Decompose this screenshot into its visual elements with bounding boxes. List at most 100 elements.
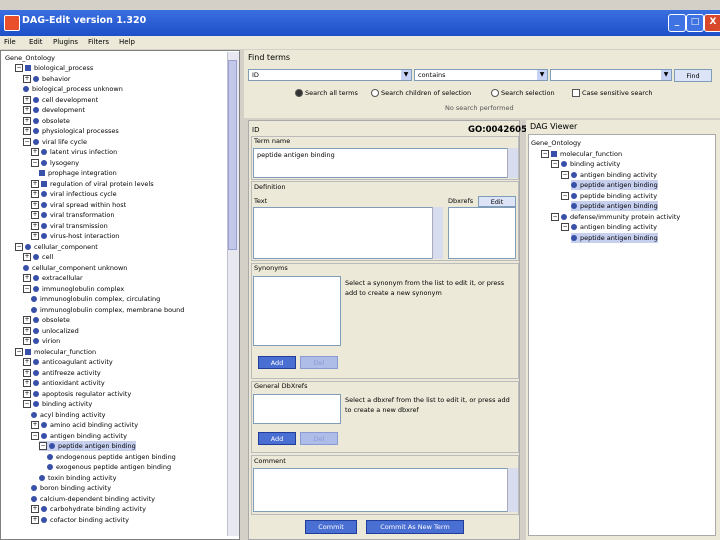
collapse-icon[interactable]: − (23, 137, 31, 146)
definition-scrollbar[interactable] (432, 207, 443, 259)
expand-icon[interactable]: + (31, 211, 39, 219)
dag-node[interactable]: peptide antigen binding (571, 180, 658, 190)
dag-node[interactable]: peptide antigen binding (571, 232, 658, 243)
tree-node[interactable]: − molecular_function (15, 347, 96, 357)
collapse-icon[interactable]: − (39, 442, 47, 450)
expand-icon[interactable]: + (31, 421, 39, 429)
tree-node[interactable]: + carbohydrate binding activity (31, 504, 146, 514)
tree-node[interactable]: + anticoagulant activity (23, 357, 113, 367)
tree-node[interactable]: − cellular_component (15, 242, 98, 252)
tree-node[interactable]: + virion (23, 336, 60, 346)
tree-node[interactable]: − viral life cycle (23, 137, 87, 147)
delete-dbxref-button[interactable]: Del (300, 432, 338, 445)
tree-node[interactable]: − antigen binding activity (31, 431, 127, 441)
tree-node[interactable]: boron binding activity (31, 483, 111, 493)
edit-dbxrefs-button[interactable]: Edit (478, 196, 516, 207)
menu-edit[interactable]: Edit (29, 38, 43, 46)
collapse-icon[interactable]: − (31, 158, 39, 167)
maximize-button[interactable]: □ (686, 14, 704, 32)
tree-node[interactable]: + virus-host interaction (31, 231, 119, 241)
comment-field[interactable] (253, 468, 517, 512)
tree-node[interactable]: + viral transformation (31, 210, 114, 220)
dbxrefs-list[interactable] (448, 207, 516, 259)
tree-node[interactable]: + unlocalized (23, 326, 79, 336)
tree-node[interactable]: − immunoglobulin complex (23, 284, 124, 294)
operator-select[interactable]: contains ▼ (414, 69, 548, 81)
collapse-icon[interactable]: − (23, 400, 31, 408)
dag-viewer-tree[interactable]: Gene_Ontology − molecular_function − binding… (528, 134, 716, 536)
tree-node[interactable]: − biological_process (15, 63, 93, 73)
general-dbxrefs-list[interactable] (253, 394, 341, 424)
tree-node[interactable]: + cofactor binding activity (31, 515, 129, 525)
expand-icon[interactable]: + (31, 515, 39, 524)
expand-icon[interactable]: + (23, 127, 31, 135)
term-name-field[interactable]: peptide antigen binding (253, 148, 517, 178)
tree-root[interactable]: Gene_Ontology (5, 53, 55, 63)
collapse-icon[interactable]: − (15, 242, 23, 251)
expand-icon[interactable]: + (31, 179, 39, 188)
radio-search-children[interactable]: Search children of selection (371, 89, 471, 97)
tree-node[interactable]: − peptide antigen binding (39, 441, 136, 451)
menu-help[interactable]: Help (119, 38, 135, 46)
menu-filters[interactable]: Filters (88, 38, 109, 46)
tree-node[interactable]: + behavior (23, 74, 71, 84)
collapse-icon[interactable]: − (561, 223, 569, 231)
collapse-icon[interactable]: − (31, 431, 39, 440)
dag-node[interactable]: − antigen binding activity (561, 170, 657, 180)
expand-icon[interactable]: + (31, 200, 39, 209)
tree-node[interactable]: + cell development (23, 95, 98, 105)
dag-node[interactable]: Gene_Ontology (531, 138, 581, 148)
expand-icon[interactable]: + (23, 106, 31, 114)
tree-node[interactable]: + antioxidant activity (23, 378, 105, 388)
tree-node[interactable]: + viral transmission (31, 221, 108, 231)
collapse-icon[interactable]: − (23, 284, 31, 293)
dag-node[interactable]: − peptide binding activity (561, 191, 657, 201)
add-dbxref-button[interactable]: Add (258, 432, 296, 445)
tree-node[interactable]: + antifreeze activity (23, 368, 101, 378)
expand-icon[interactable]: + (23, 253, 31, 261)
tree-node[interactable]: + obsolete (23, 116, 70, 126)
menu-file[interactable]: File (4, 38, 16, 46)
ontology-tree-panel[interactable]: Gene_Ontology − biological_process + behavi… (0, 50, 240, 540)
tree-node[interactable]: endogenous peptide antigen binding (47, 452, 176, 462)
expand-icon[interactable]: + (31, 505, 39, 513)
collapse-icon[interactable]: − (561, 191, 569, 200)
term-name-scrollbar[interactable] (507, 148, 518, 178)
dag-node[interactable]: − antigen binding activity (561, 222, 657, 232)
tree-node[interactable]: + extracellular (23, 273, 83, 283)
tree-node[interactable]: calcium-dependent binding activity (31, 494, 155, 504)
close-button[interactable]: X (704, 14, 720, 32)
tree-node[interactable]: − lysogeny (31, 158, 79, 168)
expand-icon[interactable]: + (23, 74, 31, 83)
tree-node[interactable]: + viral infectious cycle (31, 189, 117, 199)
tree-node[interactable]: + viral spread within host (31, 200, 126, 210)
menu-plugins[interactable]: Plugins (53, 38, 78, 46)
minimize-button[interactable]: _ (668, 14, 686, 32)
tree-node[interactable]: immunoglobulin complex, circulating (31, 294, 160, 304)
comment-scrollbar[interactable] (507, 468, 518, 512)
tree-node[interactable]: + apoptosis regulator activity (23, 389, 131, 399)
expand-icon[interactable]: + (23, 326, 31, 335)
tree-node[interactable]: cellular_component unknown (23, 263, 127, 273)
tree-node[interactable]: acyl binding activity (31, 410, 106, 420)
expand-icon[interactable]: + (31, 190, 39, 198)
expand-icon[interactable]: + (23, 316, 31, 324)
delete-synonym-button[interactable]: Del (300, 356, 338, 369)
field-select[interactable]: ID ▼ (248, 69, 412, 81)
tree-node[interactable]: − binding activity (23, 399, 92, 409)
case-sensitive-checkbox[interactable]: Case sensitive search (572, 89, 653, 97)
tree-node[interactable]: prophage integration (39, 168, 117, 178)
definition-text-field[interactable] (253, 207, 443, 259)
collapse-icon[interactable]: − (15, 64, 23, 72)
expand-icon[interactable]: + (31, 232, 39, 240)
tree-node[interactable]: biological_process unknown (23, 84, 123, 94)
dag-node[interactable]: peptide antigen binding (571, 201, 658, 211)
add-synonym-button[interactable]: Add (258, 356, 296, 369)
tree-node[interactable]: + amino acid binding activity (31, 420, 138, 430)
tree-node[interactable]: + physiological processes (23, 126, 119, 136)
expand-icon[interactable]: + (31, 148, 39, 156)
dag-node[interactable]: − molecular_function (541, 149, 622, 159)
tree-node[interactable]: immunoglobulin complex, membrane bound (31, 305, 184, 315)
expand-icon[interactable]: + (23, 95, 31, 104)
expand-icon[interactable]: + (23, 337, 31, 345)
